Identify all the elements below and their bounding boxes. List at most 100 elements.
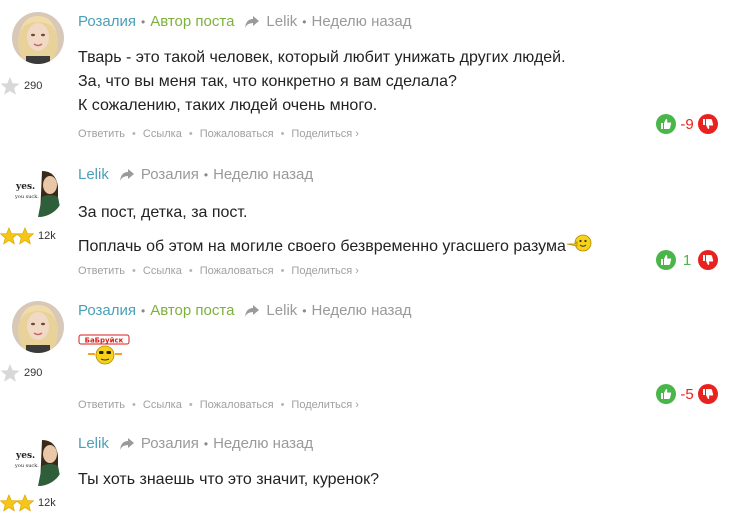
reply-to-user[interactable]: Розалия [141,434,199,454]
comment: yes. you suck. 12k Lelik Розалия • Недел… [0,165,738,285]
reply-to-user[interactable]: Lelik [266,301,297,321]
thumbs-up-icon [661,255,672,265]
share-link[interactable]: Поделиться › [291,128,358,140]
thumbs-up-button[interactable] [656,250,676,270]
vote-score: 1 [682,251,692,269]
svg-text:you suck.: you suck. [14,463,39,469]
thumbs-down-icon [703,389,714,399]
thumbs-up-icon [661,389,672,399]
star-icon [0,77,20,95]
reply-arrow-icon [119,168,135,182]
reply-link[interactable]: Ответить [78,265,125,277]
thumbs-up-button[interactable] [656,384,676,404]
vote-score: -9 [680,115,694,133]
comment-text: Ты хоть знаешь что это значит, куренок? [78,468,379,492]
op-badge: Автор поста [150,302,235,319]
user-rank: 290 [0,363,42,383]
user-rank: 12k [0,227,56,245]
comment-line: К сожалению, таких людей очень много. [78,97,378,114]
vote-score: -5 [680,385,694,403]
link-link[interactable]: Ссылка [143,265,182,277]
thumbs-down-icon [703,119,714,129]
comment-sticker: БаБруйск [78,334,132,374]
separator-dot: • [141,304,146,318]
avatar[interactable]: yes. you suck. [12,165,64,217]
comment: 290 Розалия • Автор поста Lelik • Неделю… [0,301,738,416]
comment-time[interactable]: Неделю назад [311,301,411,321]
thumbs-down-button[interactable] [698,114,718,134]
comment: yes. you suck. 12k Lelik Розалия • Недел… [0,434,738,517]
star-icon [16,227,34,245]
comment: 290 Розалия • Автор поста Lelik • Неделю… [0,12,738,147]
comment-meta: Розалия • Автор поста Lelik • Неделю наз… [78,12,412,32]
reply-arrow-icon [244,15,260,29]
report-link[interactable]: Пожаловаться [200,399,274,411]
user-rating: 290 [24,80,43,92]
user-rating: 12k [38,497,56,509]
avatar[interactable] [12,301,64,353]
author-name[interactable]: Lelik [78,434,109,454]
comment-meta: Lelik Розалия • Неделю назад [78,165,313,185]
separator-dot: • [302,15,307,29]
op-badge: Автор поста [150,13,235,30]
share-link[interactable]: Поделиться › [291,265,358,277]
user-rating: 12k [38,230,56,242]
svg-text:you suck.: you suck. [14,194,39,200]
reply-link[interactable]: Ответить [78,399,125,411]
avatar[interactable]: yes. you suck. [12,434,64,486]
comment-line: Ты хоть знаешь что это значит, куренок? [78,471,380,488]
reply-to-user[interactable]: Lelik [266,12,297,32]
comment-line: Тварь - это такой человек, который любит… [78,49,566,66]
thumbs-down-icon [703,255,714,265]
girl-avatar-icon [12,301,64,353]
vote-block: -9 [656,114,718,134]
thumbs-down-button[interactable] [698,250,718,270]
comment-line-text: Поплачь об этом на могиле своего безврем… [78,238,566,256]
thumbs-up-icon [661,119,672,129]
svg-text:yes.: yes. [15,182,35,192]
separator-dot: • [203,437,209,451]
svg-text:БаБруйск: БаБруйск [85,336,124,344]
comment-actions: Ответить • Ссылка • Пожаловаться • Поделить… [78,399,359,411]
svg-text:yes.: yes. [15,451,35,461]
reply-arrow-icon [244,304,260,318]
comment-time[interactable]: Неделю назад [311,12,411,32]
reply-arrow-icon [119,437,135,451]
report-link[interactable]: Пожаловаться [200,128,274,140]
user-rating: 290 [24,367,43,379]
link-link[interactable]: Ссылка [143,128,182,140]
reply-link[interactable]: Ответить [78,128,125,140]
comment-text: За пост, детка, за пост. Поплачь об этом… [78,201,592,261]
author-name[interactable]: Розалия [78,301,136,321]
star-icon [0,364,20,382]
comment-line: Поплачь об этом на могиле своего безврем… [78,233,592,261]
babruysk-sticker-icon: БаБруйск [78,334,130,365]
user-rank: 12k [0,494,56,512]
separator-dot: • [203,168,209,182]
author-name[interactable]: Розалия [78,12,136,32]
comment-time[interactable]: Неделю назад [213,434,313,454]
comment-actions: Ответить • Ссылка • Пожаловаться • Поделить… [78,265,359,277]
comment-line: За, что вы меня так, что конкретно я вам… [78,73,457,90]
link-link[interactable]: Ссылка [143,399,182,411]
reply-to-user[interactable]: Розалия [141,165,199,185]
comment-text: Тварь - это такой человек, который любит… [78,46,566,118]
vote-block: -5 [656,384,718,404]
vote-block: 1 [656,250,718,270]
comment-meta: Lelik Розалия • Неделю назад [78,434,313,454]
comment-meta: Розалия • Автор поста Lelik • Неделю наз… [78,301,412,321]
pointing-smiley-icon [566,233,592,261]
report-link[interactable]: Пожаловаться [200,265,274,277]
separator-dot: • [302,304,307,318]
share-link[interactable]: Поделиться › [291,399,358,411]
comment-actions: Ответить • Ссылка • Пожаловаться • Поделить… [78,128,359,140]
user-rank: 290 [0,76,42,96]
girl-avatar-icon [12,12,64,64]
thumbs-up-button[interactable] [656,114,676,134]
author-name[interactable]: Lelik [78,165,109,185]
yes-you-suck-avatar-icon: yes. you suck. [12,434,64,486]
comment-time[interactable]: Неделю назад [213,165,313,185]
thumbs-down-button[interactable] [698,384,718,404]
avatar[interactable] [12,12,64,64]
yes-you-suck-avatar-icon: yes. you suck. [12,165,64,217]
